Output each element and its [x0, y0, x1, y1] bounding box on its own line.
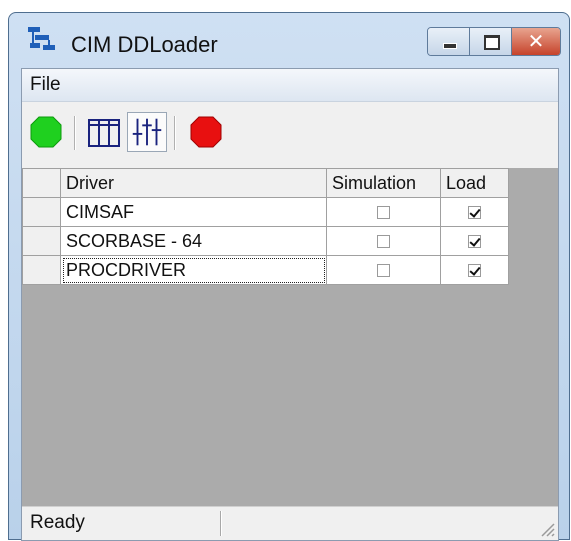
- simulation-cell: [326, 197, 441, 227]
- minimize-icon: [443, 43, 457, 49]
- app-icon: [28, 27, 55, 50]
- load-cell: [440, 255, 509, 285]
- sliders-icon: [132, 118, 162, 146]
- load-cell: [440, 226, 509, 256]
- stop-button[interactable]: [186, 112, 226, 152]
- driver-grid-area: Driver Simulation Load CIMSAF SCORBASE -…: [22, 168, 558, 508]
- table-row: CIMSAF: [22, 197, 509, 227]
- status-text: Ready: [30, 512, 85, 533]
- green-go-icon: [30, 116, 62, 148]
- window-title: CIM DDLoader: [71, 32, 218, 57]
- table-row: PROCDRIVER: [22, 255, 509, 285]
- table-columns-icon: [88, 119, 120, 147]
- load-checkbox[interactable]: [468, 235, 481, 249]
- simulation-cell: [326, 226, 441, 256]
- toolbar-separator: [74, 116, 76, 150]
- columns-button[interactable]: [84, 112, 124, 152]
- close-button[interactable]: ✕: [512, 28, 560, 55]
- status-bar: Ready: [22, 506, 558, 540]
- driver-grid: Driver Simulation Load CIMSAF SCORBASE -…: [22, 168, 509, 285]
- row-header[interactable]: [22, 226, 61, 256]
- toolbar: [22, 102, 558, 167]
- table-row: SCORBASE - 64: [22, 226, 509, 256]
- driver-cell[interactable]: CIMSAF: [60, 197, 327, 227]
- column-header-simulation[interactable]: Simulation: [326, 168, 441, 198]
- column-header-load[interactable]: Load: [440, 168, 509, 198]
- simulation-cell: [326, 255, 441, 285]
- row-header[interactable]: [22, 197, 61, 227]
- simulation-checkbox[interactable]: [377, 264, 390, 278]
- resize-grip-icon[interactable]: [537, 519, 555, 537]
- grid-corner-cell[interactable]: [22, 168, 61, 198]
- red-stop-icon: [190, 116, 222, 148]
- column-header-driver[interactable]: Driver: [60, 168, 327, 198]
- load-checkbox[interactable]: [468, 264, 481, 278]
- load-cell: [440, 197, 509, 227]
- maximize-icon: [484, 35, 500, 50]
- maximize-button[interactable]: [470, 28, 512, 55]
- close-icon: ✕: [527, 29, 545, 53]
- menu-bar: File: [22, 69, 558, 102]
- menu-file[interactable]: File: [30, 74, 61, 96]
- toolbar-separator: [174, 116, 176, 150]
- driver-cell[interactable]: PROCDRIVER: [60, 255, 327, 285]
- row-header[interactable]: [22, 255, 61, 285]
- grid-header-row: Driver Simulation Load: [22, 168, 509, 198]
- status-divider: [220, 511, 222, 536]
- client-area: File Driver Simulation Load CIMSAF SCORB…: [21, 68, 559, 541]
- window-controls: ✕: [427, 27, 561, 56]
- start-button[interactable]: [26, 112, 66, 152]
- minimize-button[interactable]: [428, 28, 470, 55]
- settings-sliders-button[interactable]: [127, 112, 167, 152]
- simulation-checkbox[interactable]: [377, 206, 390, 220]
- driver-cell[interactable]: SCORBASE - 64: [60, 226, 327, 256]
- load-checkbox[interactable]: [468, 206, 481, 220]
- title-bar[interactable]: CIM DDLoader ✕: [9, 13, 569, 65]
- app-window: CIM DDLoader ✕ File Driver Simulation Lo…: [8, 12, 570, 541]
- simulation-checkbox[interactable]: [377, 235, 390, 249]
